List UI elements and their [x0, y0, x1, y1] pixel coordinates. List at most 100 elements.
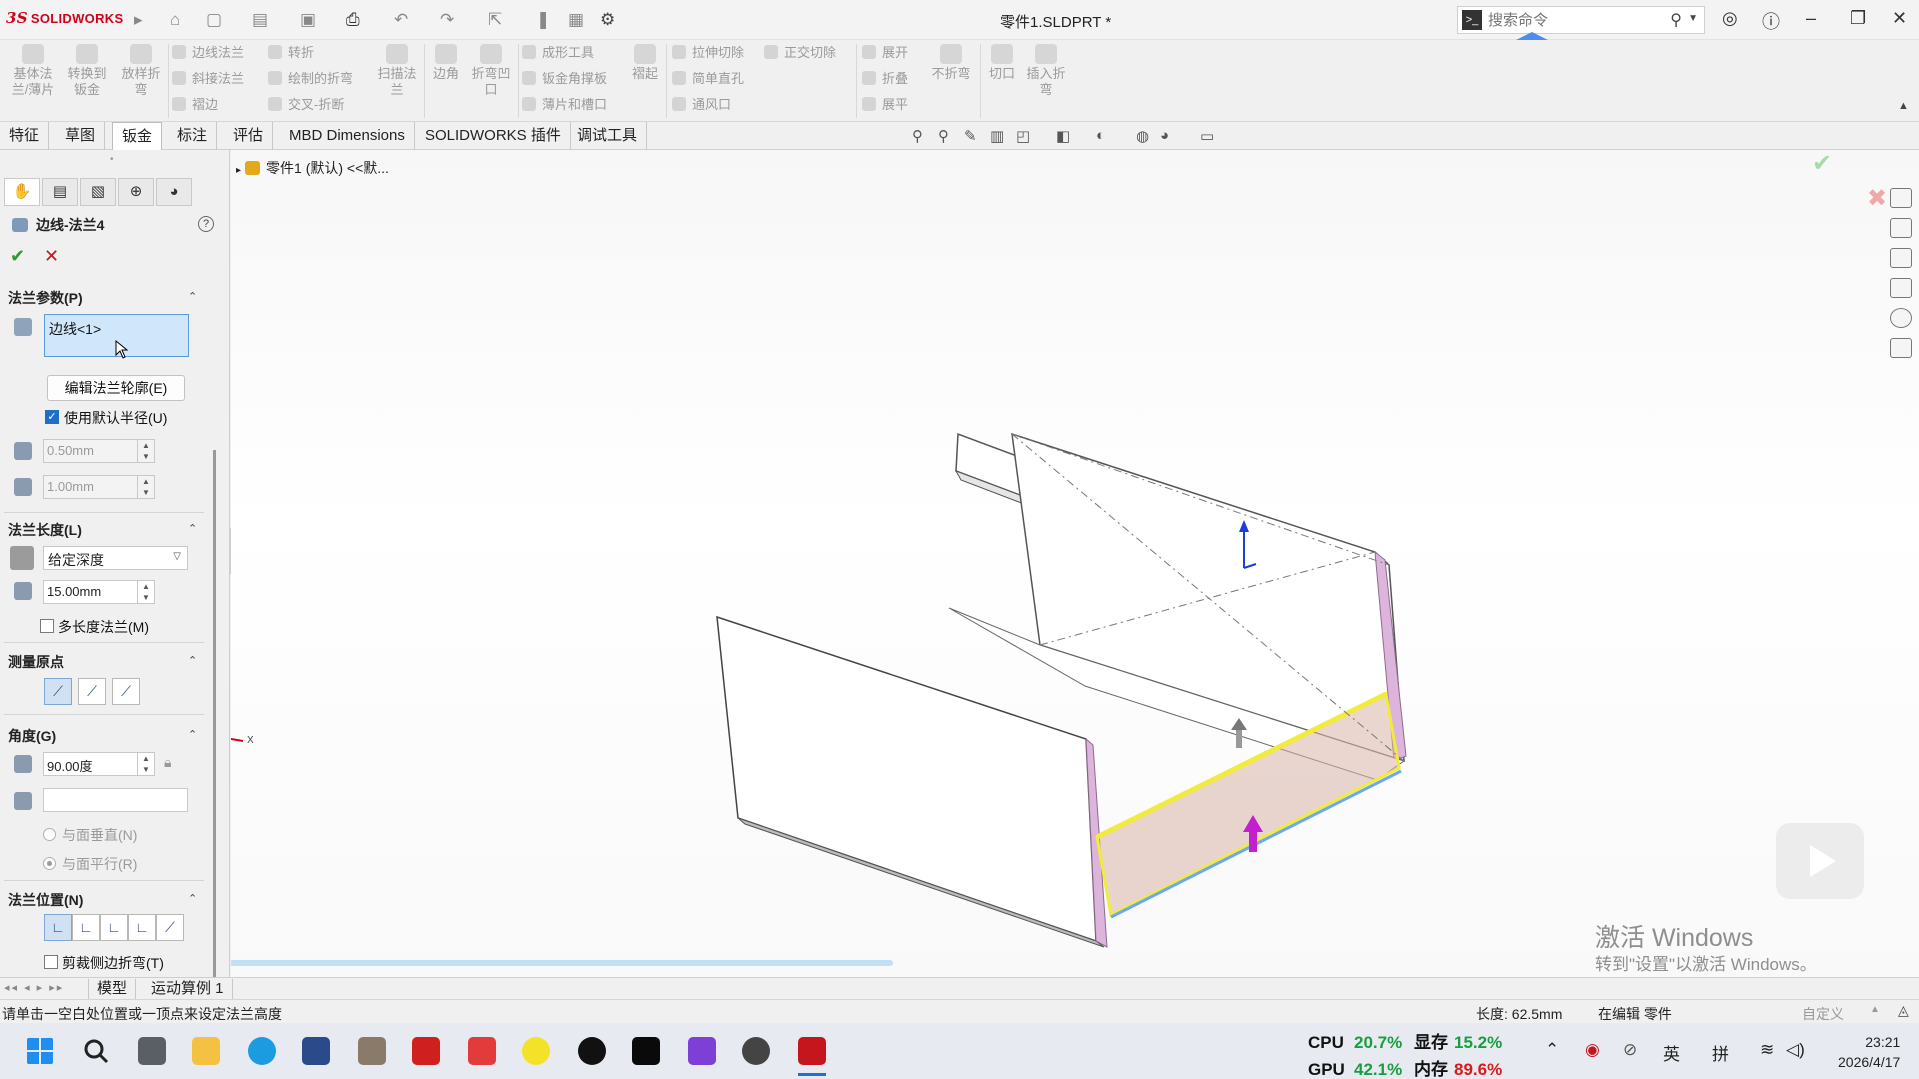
bend-notch-tool[interactable]: 折弯凹口 [470, 44, 512, 98]
reverse-direction-icon[interactable] [10, 546, 34, 570]
parallel-to-face-radio[interactable] [43, 857, 56, 870]
design-library-icon[interactable] [1890, 218, 1912, 238]
chat-app-icon[interactable] [632, 1037, 660, 1065]
edit-appearance-icon[interactable]: ◍ [1136, 127, 1149, 145]
new-file-icon[interactable]: ▢ [206, 10, 222, 30]
spin-arrows-icon[interactable]: ▲ ▼ [137, 753, 154, 775]
visual-studio-icon[interactable] [688, 1037, 716, 1065]
spin-arrows-icon[interactable]: ▲ ▼ [137, 440, 154, 462]
tab-debug-tools[interactable]: 调试工具 [568, 122, 648, 150]
search-icon[interactable]: ⚲ [1670, 10, 1682, 30]
restore-icon[interactable]: ❐ [1850, 8, 1866, 29]
network-off-icon[interactable]: ⊘ [1623, 1040, 1637, 1060]
no-bends-tool[interactable]: 不折弯 [930, 44, 972, 82]
material-inside-button[interactable]: ∟ [44, 914, 72, 941]
spin-arrows-icon[interactable]: ▲ ▼ [137, 581, 154, 603]
convert-to-sheetmetal-tool[interactable]: 转换到钣金 [66, 44, 108, 98]
panel-scrollbar[interactable] [213, 450, 216, 1020]
miter-flange-tool[interactable]: 斜接法兰 [172, 68, 244, 90]
edge-flange-tool[interactable]: 边线法兰 [172, 42, 244, 64]
section-flange-length[interactable]: 法兰长度(L) [8, 520, 82, 540]
quick-tips-icon[interactable]: ◬ [1898, 1002, 1909, 1019]
undo-icon[interactable]: ↶ [394, 10, 408, 30]
file-explorer-taskbar-icon[interactable] [192, 1037, 220, 1065]
flatten-tool[interactable]: 展平 [862, 94, 908, 116]
file-explorer-icon[interactable] [1890, 248, 1912, 268]
tab-nav-arrows-icon[interactable]: ◂◂ ◂ ▸ ▸▸ [4, 981, 64, 994]
tab-and-slot-tool[interactable]: 薄片和槽口 [522, 94, 607, 116]
edit-flange-profile-button[interactable]: 编辑法兰轮廓(E) [47, 375, 185, 401]
search-input[interactable] [1488, 10, 1658, 30]
obs-icon[interactable] [742, 1037, 770, 1065]
corners-tool[interactable]: 边角 [430, 44, 462, 82]
wifi-icon[interactable]: ≋ [1760, 1040, 1774, 1060]
open-file-icon[interactable]: ▤ [252, 10, 268, 30]
tab-evaluate[interactable]: 评估 [224, 122, 274, 150]
hide-show-items-icon[interactable]: ◐ [1096, 127, 1105, 144]
search-commands-box[interactable]: >_ ⚲ ▼ [1457, 6, 1705, 34]
graphics-area[interactable]: ▸ 零件1 (默认) <<默... X 激活 Windows 转到"设置"以激活… [231, 150, 1919, 977]
simple-hole-tool[interactable]: 简单直孔 [672, 68, 744, 90]
reference-face-field[interactable] [43, 788, 188, 812]
multi-length-flange-checkbox[interactable] [40, 619, 54, 633]
fold-hem-tool[interactable]: 褶起 [630, 44, 660, 82]
custom-properties-icon[interactable] [1890, 338, 1912, 358]
collapse-caret-icon[interactable]: ⌃ [188, 654, 197, 667]
units-up-icon[interactable]: ▲ [1870, 1004, 1880, 1015]
apply-scene-icon[interactable]: ◕ [1160, 127, 1169, 144]
display-style-icon[interactable]: ◧ [1056, 127, 1070, 145]
outer-virtual-sharp-button[interactable]: ⟋ [44, 678, 72, 705]
view-orientation-icon[interactable]: ◰ [1016, 127, 1030, 145]
tray-expand-icon[interactable]: ⌃ [1545, 1040, 1559, 1060]
search-taskbar-icon[interactable] [82, 1037, 110, 1065]
base-flange-tool[interactable]: 基体法兰/薄片 [10, 44, 56, 98]
tab-motion-study[interactable]: 运动算例 1 [143, 979, 233, 999]
ok-check-icon[interactable]: ✔ [10, 246, 25, 267]
wechat-emoji-icon[interactable] [522, 1037, 550, 1065]
section-flange-position[interactable]: 法兰位置(N) [8, 890, 83, 910]
normal-cut-tool[interactable]: 正交切除 [764, 42, 836, 64]
lock-icon[interactable]: 🔒︎ [164, 754, 171, 771]
select-icon[interactable]: ⇱ [488, 10, 502, 30]
horizontal-scrollbar[interactable] [231, 960, 893, 966]
zoom-to-area-icon[interactable]: ⚲ [938, 127, 949, 145]
collapse-ribbon-icon[interactable]: ▲ [1898, 100, 1909, 112]
solidworks-logo[interactable]: 3S SOLIDWORKS [6, 9, 123, 27]
sketched-bend-tool[interactable]: 绘制的折弯 [268, 68, 353, 90]
swept-flange-tool[interactable]: 扫描法兰 [376, 44, 418, 98]
forming-tool[interactable]: 成形工具 [522, 42, 594, 64]
trim-side-bends-checkbox[interactable] [44, 955, 58, 969]
hem-tool[interactable]: 褶边 [172, 94, 218, 116]
cross-break-tool[interactable]: 交叉-折断 [268, 94, 344, 116]
sheetmetal-gusset-tool[interactable]: 钣金角撑板 [522, 68, 607, 90]
windows-start-icon[interactable] [26, 1037, 54, 1065]
rebuild-icon[interactable]: ❚ [536, 10, 550, 30]
home-icon[interactable]: ⌂ [170, 10, 180, 30]
splitter-handle[interactable]: • [110, 154, 114, 165]
lofted-bend-tool[interactable]: 放样折弯 [118, 44, 164, 98]
qq-icon[interactable] [578, 1037, 606, 1065]
chevron-down-icon[interactable]: ▼ [1688, 13, 1698, 24]
ime-language[interactable]: 英 [1663, 1040, 1680, 1065]
inner-virtual-sharp-button[interactable]: ⟋ [78, 678, 106, 705]
help-icon[interactable]: ⓘ [1762, 8, 1780, 34]
game-app-icon[interactable] [358, 1037, 386, 1065]
bend-outside-button[interactable]: ∟ [100, 914, 128, 941]
fold-tool[interactable]: 折叠 [862, 68, 908, 90]
close-icon[interactable]: ✕ [1892, 8, 1907, 29]
confirm-corner-cancel-icon[interactable]: ✖ [1867, 184, 1887, 213]
vent-tool[interactable]: 通风口 [672, 94, 731, 116]
use-default-radius-checkbox[interactable]: ✓ [45, 410, 59, 424]
print-icon[interactable]: ⎙ [346, 10, 360, 30]
menu-expand-icon[interactable]: ▸ [134, 10, 143, 30]
tangent-bend-button[interactable]: ⟋ [112, 678, 140, 705]
floating-play-button[interactable] [1776, 823, 1864, 899]
virtual-sharp-button[interactable]: ∟ [128, 914, 156, 941]
end-condition-select[interactable]: 给定深度 ▽ [43, 546, 188, 570]
solidworks-taskbar-icon[interactable] [798, 1037, 826, 1065]
section-view-icon[interactable]: ▥ [990, 127, 1004, 145]
tab-solidworks-addins[interactable]: SOLIDWORKS 插件 [416, 122, 571, 150]
collapse-caret-icon[interactable]: ⌃ [188, 892, 197, 905]
tab-annotation[interactable]: 标注 [168, 122, 218, 150]
flange-length-field[interactable]: 15.00mm ▲ ▼ [43, 580, 155, 604]
